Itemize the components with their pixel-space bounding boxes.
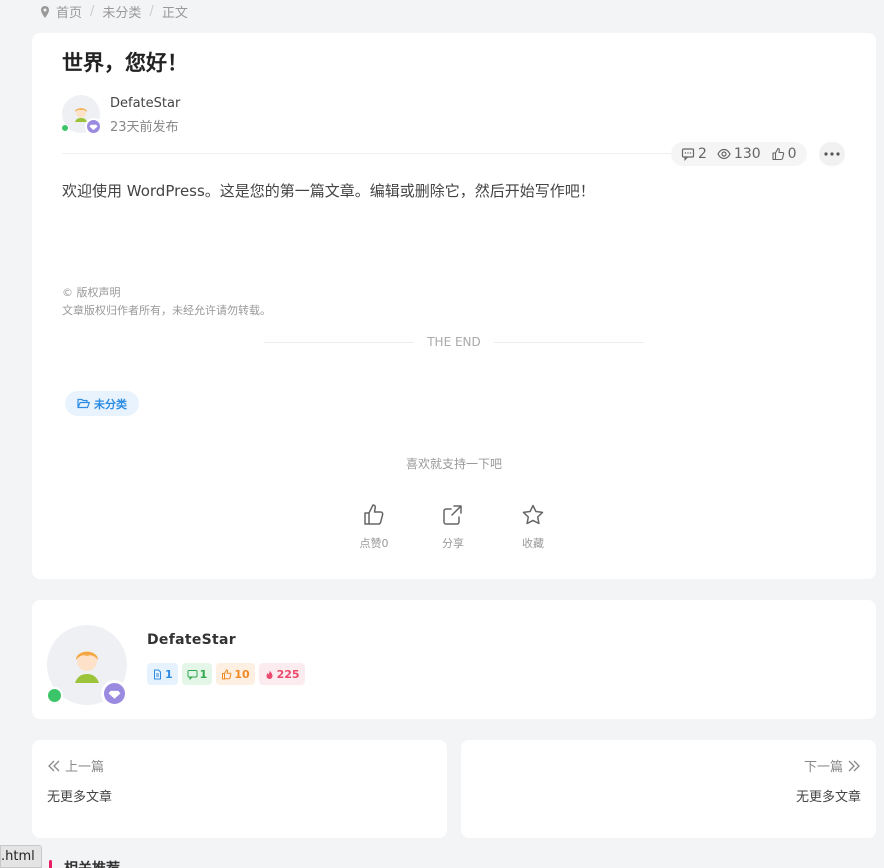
next-post-label: 下一篇	[804, 756, 861, 775]
like-count-value: 0	[787, 146, 797, 162]
share-button-label: 分享	[442, 537, 464, 550]
author-stats: 1 1 10 225	[147, 663, 305, 685]
comment-count-value: 2	[698, 146, 707, 162]
thumbs-up-icon	[772, 147, 784, 161]
stat-posts-badge: 1	[147, 663, 178, 685]
prev-post-label: 上一篇	[47, 756, 104, 775]
meta-divider	[62, 153, 672, 154]
next-post-card[interactable]: 下一篇 无更多文章	[461, 740, 876, 838]
prev-post-card[interactable]: 上一篇 无更多文章	[32, 740, 447, 838]
breadcrumb-separator: /	[90, 4, 95, 19]
thumbs-up-icon	[222, 668, 232, 679]
support-prompt: 喜欢就支持一下吧	[405, 457, 502, 471]
fire-icon	[266, 669, 273, 679]
category-tag[interactable]: 未分类	[65, 391, 139, 416]
next-post-label-text: 下一篇	[803, 760, 843, 775]
view-count: 130	[717, 146, 761, 162]
stat-comments-value: 1	[199, 667, 208, 681]
more-options-button[interactable]	[819, 142, 845, 166]
stat-likes-badge: 10	[216, 663, 255, 685]
like-button-label: 点赞0	[359, 537, 389, 550]
stat-comments-badge: 1	[181, 663, 213, 685]
more-dots-icon	[824, 152, 840, 156]
related-accent-bar	[49, 860, 52, 868]
comment-icon	[681, 148, 695, 161]
breadcrumb-separator: /	[149, 4, 154, 19]
article-title: 世界，您好！	[62, 51, 188, 75]
star-icon	[522, 504, 544, 525]
stat-likes-value: 10	[234, 667, 250, 681]
publish-time: 23天前发布	[110, 120, 179, 135]
author-name[interactable]: DefateStar	[110, 96, 180, 111]
stat-hot-value: 225	[276, 667, 300, 681]
prev-post-title: 无更多文章	[47, 790, 113, 805]
the-end-label: THE END	[427, 335, 481, 349]
breadcrumb: 首页 / 未分类 / 正文	[40, 2, 188, 21]
share-button[interactable]: 分享	[423, 503, 483, 551]
map-marker-icon	[41, 5, 49, 18]
breadcrumb-home-link[interactable]: 首页	[56, 2, 82, 21]
prev-post-label-text: 上一篇	[65, 760, 105, 775]
like-button[interactable]: 点赞0	[344, 503, 404, 551]
share-icon	[443, 505, 462, 525]
status-url-tooltip: .html	[0, 845, 42, 868]
post-meta-stats: 2 130 0	[671, 142, 807, 166]
online-status-dot	[61, 124, 69, 132]
like-count[interactable]: 0	[771, 146, 797, 162]
end-divider-left	[264, 342, 414, 343]
next-post-title: 无更多文章	[795, 790, 861, 805]
eye-icon	[717, 148, 731, 160]
double-chevron-right-icon	[848, 760, 860, 771]
article-card: 世界，您好！ DefateStar 23天前发布 2 130 0 欢迎使用 Wo…	[32, 33, 876, 579]
comment-icon	[187, 669, 198, 680]
favorite-button-label: 收藏	[522, 537, 544, 550]
breadcrumb-current: 正文	[161, 6, 188, 21]
author-vip-gem-icon	[101, 680, 128, 707]
article-content: 欢迎使用 WordPress。这是您的第一篇文章。编辑或删除它，然后开始写作吧！	[62, 182, 595, 200]
related-posts-title: 相关推荐	[64, 858, 120, 868]
category-tag-label: 未分类	[94, 397, 127, 411]
author-online-dot	[46, 687, 63, 704]
stat-hot-badge: 225	[258, 663, 305, 685]
copyright-title: © 版权声明	[62, 286, 121, 299]
double-chevron-left-icon	[48, 760, 60, 771]
vip-gem-icon	[85, 118, 102, 135]
document-icon	[154, 669, 161, 679]
comment-count[interactable]: 2	[681, 146, 707, 162]
thumbs-up-icon	[364, 504, 384, 525]
folder-open-icon	[77, 398, 90, 409]
view-count-value: 130	[733, 146, 761, 162]
stat-posts-value: 1	[165, 667, 173, 681]
author-card-name[interactable]: DefateStar	[147, 632, 236, 648]
author-card: DefateStar 1 1 10 225	[32, 600, 876, 719]
breadcrumb-category-link[interactable]: 未分类	[102, 2, 141, 21]
end-divider-right	[494, 342, 644, 343]
copyright-text: 文章版权归作者所有，未经允许请勿转载。	[62, 304, 271, 317]
favorite-button[interactable]: 收藏	[503, 503, 563, 551]
